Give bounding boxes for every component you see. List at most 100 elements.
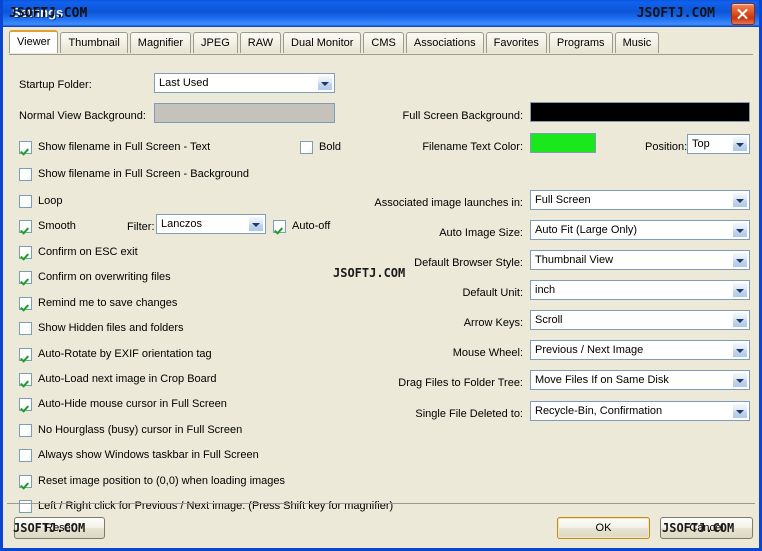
tab-jpeg[interactable]: JPEG <box>193 32 238 53</box>
tab-viewer[interactable]: Viewer <box>9 30 59 53</box>
checkbox-box[interactable] <box>19 424 32 437</box>
chevron-down-icon[interactable] <box>732 372 748 388</box>
checkbox-box[interactable] <box>19 271 32 284</box>
default-browser-style-select[interactable]: Thumbnail View <box>530 250 750 270</box>
auto-image-size-label: Auto Image Size: <box>439 227 523 239</box>
tab-music[interactable]: Music <box>614 32 660 53</box>
tab-favorites[interactable]: Favorites <box>485 32 547 53</box>
chevron-down-icon[interactable] <box>732 403 748 419</box>
checkbox-label: Reset image position to (0,0) when loadi… <box>38 475 286 487</box>
tab-dual-monitor[interactable]: Dual Monitor <box>283 32 362 53</box>
tab-thumbnail[interactable]: Thumbnail <box>60 32 128 53</box>
chevron-down-icon[interactable] <box>317 75 333 91</box>
checkbox-box[interactable] <box>19 168 32 181</box>
checkbox-label: Remind me to save changes <box>38 297 178 309</box>
footer-divider <box>7 503 755 504</box>
chevron-down-icon[interactable] <box>732 222 748 238</box>
ok-button[interactable]: OK <box>557 517 650 539</box>
checkbox-label: Always show Windows taskbar in Full Scre… <box>38 449 259 461</box>
single-file-deleted-select[interactable]: Recycle-Bin, Confirmation <box>530 401 750 421</box>
checkbox-box[interactable] <box>19 373 32 386</box>
checkbox-label: Auto-Rotate by EXIF orientation tag <box>38 348 212 360</box>
chevron-down-icon[interactable] <box>732 312 748 328</box>
drag-files-value: Move Files If on Same Disk <box>535 374 669 386</box>
checkbox-box[interactable] <box>19 246 32 259</box>
position-value: Top <box>692 138 710 150</box>
position-label: Position: <box>645 141 688 153</box>
window-title: Settings <box>12 5 64 20</box>
auto-image-size-value: Auto Fit (Large Only) <box>535 224 638 236</box>
chevron-down-icon[interactable] <box>732 342 748 358</box>
reset-button-label: Reset <box>45 522 74 534</box>
checkbox-label: Left / Right click for Previous / Next i… <box>38 500 394 512</box>
checkbox-box[interactable] <box>19 475 32 488</box>
normal-view-background-label: Normal View Background: <box>19 110 146 122</box>
checkbox-label: Confirm on overwriting files <box>38 271 171 283</box>
chevron-down-icon[interactable] <box>732 192 748 208</box>
filename-text-color-swatch[interactable] <box>530 133 596 153</box>
tab-programs[interactable]: Programs <box>548 32 613 53</box>
arrow-keys-select[interactable]: Scroll <box>530 310 750 330</box>
title-bar: Settings JSOFTJ.COM JSOFTJ.COM <box>3 0 759 27</box>
checkbox-box[interactable] <box>19 398 32 411</box>
checkbox-label: Smooth <box>38 220 76 232</box>
checkbox-box[interactable] <box>300 141 313 154</box>
full-screen-background-label: Full Screen Background: <box>402 110 523 122</box>
auto-image-size-select[interactable]: Auto Fit (Large Only) <box>530 220 750 240</box>
arrow-keys-value: Scroll <box>535 314 563 326</box>
tab-label: Programs <box>556 37 605 49</box>
default-unit-select[interactable]: inch <box>530 280 750 300</box>
drag-files-label: Drag Files to Folder Tree: <box>398 377 523 389</box>
checkbox-box[interactable] <box>19 297 32 310</box>
checkbox-box[interactable] <box>19 195 32 208</box>
full-screen-background-swatch[interactable] <box>530 102 750 122</box>
checkbox-box[interactable] <box>273 220 286 233</box>
tab-magnifier[interactable]: Magnifier <box>129 32 192 53</box>
filename-text-color-label: Filename Text Color: <box>422 141 523 153</box>
checkbox-label: Auto-off <box>292 220 331 232</box>
checkbox-label: Auto-Hide mouse cursor in Full Screen <box>38 398 227 410</box>
settings-window: Settings JSOFTJ.COM JSOFTJ.COM Viewer Th… <box>0 0 762 551</box>
associated-launch-label: Associated image launches in: <box>374 197 523 209</box>
viewer-settings-panel: Startup Folder: Last Used Normal View Ba… <box>3 55 759 513</box>
single-file-deleted-label: Single File Deleted to: <box>415 408 523 420</box>
watermark-title-right: JSOFTJ.COM <box>636 6 715 21</box>
associated-launch-value: Full Screen <box>535 194 591 206</box>
mouse-wheel-select[interactable]: Previous / Next Image <box>530 340 750 360</box>
chevron-down-icon[interactable] <box>248 216 264 232</box>
tab-raw[interactable]: RAW <box>239 32 282 53</box>
single-file-deleted-value: Recycle-Bin, Confirmation <box>535 405 663 417</box>
close-icon[interactable] <box>731 3 755 25</box>
chevron-down-icon[interactable] <box>732 252 748 268</box>
drag-files-select[interactable]: Move Files If on Same Disk <box>530 370 750 390</box>
chevron-down-icon[interactable] <box>732 136 748 152</box>
checkbox-label: No Hourglass (busy) cursor in Full Scree… <box>38 424 243 436</box>
checkbox-box[interactable] <box>19 141 32 154</box>
filter-select[interactable]: Lanczos <box>156 214 266 234</box>
cancel-button[interactable]: Cancel <box>660 517 753 539</box>
tab-label: Favorites <box>493 37 539 49</box>
checkbox-label: Confirm on ESC exit <box>38 246 138 258</box>
default-unit-value: inch <box>535 284 556 296</box>
reset-button[interactable]: Reset <box>14 517 105 539</box>
checkbox-label: Show Hidden files and folders <box>38 322 184 334</box>
tab-cms[interactable]: CMS <box>363 32 404 53</box>
default-browser-style-label: Default Browser Style: <box>414 257 523 269</box>
chevron-down-icon[interactable] <box>732 282 748 298</box>
tab-label: Viewer <box>17 36 51 48</box>
checkbox-box[interactable] <box>19 500 32 513</box>
checkbox-box[interactable] <box>19 449 32 462</box>
startup-folder-select[interactable]: Last Used <box>154 73 335 93</box>
default-browser-style-value: Thumbnail View <box>535 254 614 266</box>
position-select[interactable]: Top <box>687 134 750 154</box>
checkbox-box[interactable] <box>19 322 32 335</box>
associated-launch-select[interactable]: Full Screen <box>530 190 750 210</box>
checkbox-box[interactable] <box>19 220 32 233</box>
tab-associations[interactable]: Associations <box>405 32 484 53</box>
checkbox-box[interactable] <box>19 348 32 361</box>
checkbox-label: Show filename in Full Screen - Backgroun… <box>38 168 249 180</box>
normal-view-background-swatch[interactable] <box>154 103 335 123</box>
default-unit-label: Default Unit: <box>462 287 523 299</box>
checkbox-label: Loop <box>38 195 63 207</box>
filter-value: Lanczos <box>161 218 202 230</box>
